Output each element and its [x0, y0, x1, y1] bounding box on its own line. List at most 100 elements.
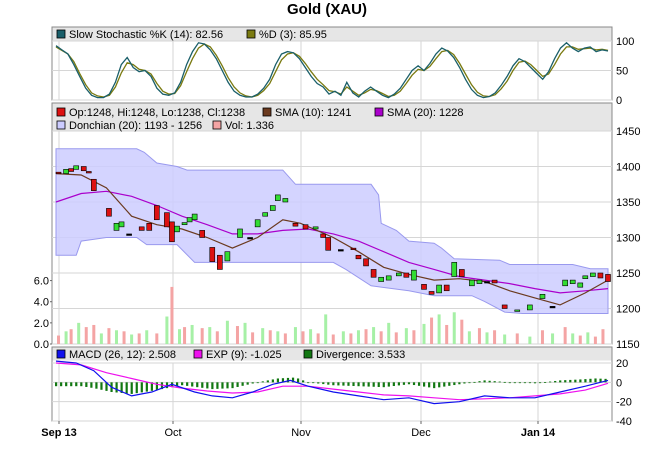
stochastic-legend-swatch: [56, 29, 66, 39]
volume-bar: [593, 336, 597, 344]
price-legend-label: SMA (10): 1241: [275, 107, 351, 119]
candle: [459, 269, 465, 277]
volume-bar: [57, 335, 61, 344]
divergence-bar: [216, 382, 219, 389]
volume-bar: [235, 326, 239, 344]
divergence-bar: [332, 382, 335, 386]
divergence-bar: [518, 382, 521, 384]
divergence-bar: [538, 382, 542, 384]
divergence-bar: [362, 382, 365, 387]
divergence-bar: [186, 382, 189, 386]
volume-bar: [578, 335, 582, 344]
divergence-bar: [574, 379, 577, 383]
candle: [451, 262, 458, 277]
volume-bar: [122, 331, 126, 344]
chart-canvas: Gold (XAU) 100 50 0 Slow Stochastic %K (14)…: [34, 1, 641, 439]
divergence-bar: [201, 382, 204, 388]
macd-legend-swatch: [193, 349, 203, 359]
candle: [443, 284, 450, 292]
candle: [209, 247, 216, 262]
divergence-bar: [256, 382, 259, 384]
divergence-bar: [196, 382, 199, 388]
candle: [539, 293, 546, 299]
price-legend-swatch: [374, 107, 384, 117]
candle: [363, 258, 369, 267]
volume-bar: [452, 312, 456, 344]
divergence-bar: [443, 382, 446, 387]
divergence-bar: [251, 382, 254, 384]
divergence-bar: [412, 382, 416, 386]
divergence-bar: [191, 382, 194, 387]
candle: [403, 272, 410, 278]
candle: [269, 205, 276, 211]
candle: [224, 251, 231, 262]
volume-bar: [485, 332, 489, 344]
divergence-bar: [533, 382, 537, 384]
volume-bar: [183, 327, 187, 344]
divergence-bar: [594, 378, 597, 383]
volume-bar: [77, 322, 81, 344]
price-panel-ytick: 1300: [616, 233, 640, 245]
volume-bar: [331, 334, 335, 344]
candle: [85, 171, 92, 174]
divergence-bar: [402, 382, 406, 385]
divergence-bar: [276, 378, 280, 383]
divergence-bar: [498, 381, 501, 383]
candle: [91, 178, 97, 191]
candle: [186, 217, 193, 223]
divergence-bar: [206, 382, 209, 389]
candle: [312, 226, 319, 230]
volume-ytick: 0.0: [34, 339, 49, 351]
price-legend-label: SMA (20): 1228: [387, 107, 463, 119]
price-legend-label: Donchian (20): 1193 - 1256: [69, 120, 202, 132]
divergence-bar: [271, 379, 274, 383]
volume-bar: [107, 328, 111, 344]
divergence-bar: [115, 382, 118, 393]
divergence-bar: [90, 382, 93, 388]
volume-bar: [563, 327, 567, 344]
volume-bar: [114, 330, 118, 344]
divergence-bar: [342, 382, 345, 386]
divergence-bar: [468, 382, 471, 384]
divergence-bar: [312, 382, 315, 384]
divergence-bar: [438, 382, 441, 388]
divergence-bar: [155, 382, 159, 391]
volume-bar: [387, 322, 391, 344]
volume-bar: [551, 333, 555, 344]
candle: [549, 306, 556, 309]
volume-bar: [225, 320, 229, 344]
x-tick-label: Jan 14: [521, 427, 556, 439]
divergence-bar: [433, 382, 436, 389]
candle: [80, 166, 87, 172]
divergence-bar: [236, 382, 239, 387]
divergence-bar: [95, 382, 98, 389]
price-legend-label: Op:1248, Hi:1248, Lo:1238, Cl:1238: [69, 107, 245, 119]
stochastic-panel-ytick: 0: [616, 95, 622, 107]
candle: [199, 230, 205, 238]
candle: [491, 279, 498, 284]
candle: [217, 254, 223, 270]
candle: [113, 223, 120, 231]
divergence-bar: [448, 382, 451, 386]
volume-ytick: 4.0: [34, 297, 49, 309]
volume-bar: [586, 332, 590, 344]
divergence-bar: [347, 382, 350, 386]
candle: [370, 269, 377, 278]
volume-bar: [84, 327, 88, 344]
divergence-bar: [100, 382, 103, 390]
divergence-bar: [513, 382, 516, 384]
candle: [302, 224, 309, 230]
candle: [164, 212, 170, 228]
candle: [292, 223, 299, 227]
candle: [262, 212, 269, 217]
divergence-bar: [392, 382, 395, 387]
volume-bar: [200, 328, 204, 344]
divergence-bar: [352, 382, 355, 387]
volume-bar: [372, 327, 376, 344]
divergence-bar: [584, 379, 587, 383]
volume-bar: [283, 333, 287, 344]
candle: [469, 279, 475, 287]
divergence-bar: [266, 380, 269, 383]
divergence-bar: [125, 382, 128, 394]
volume-bar: [170, 286, 174, 344]
